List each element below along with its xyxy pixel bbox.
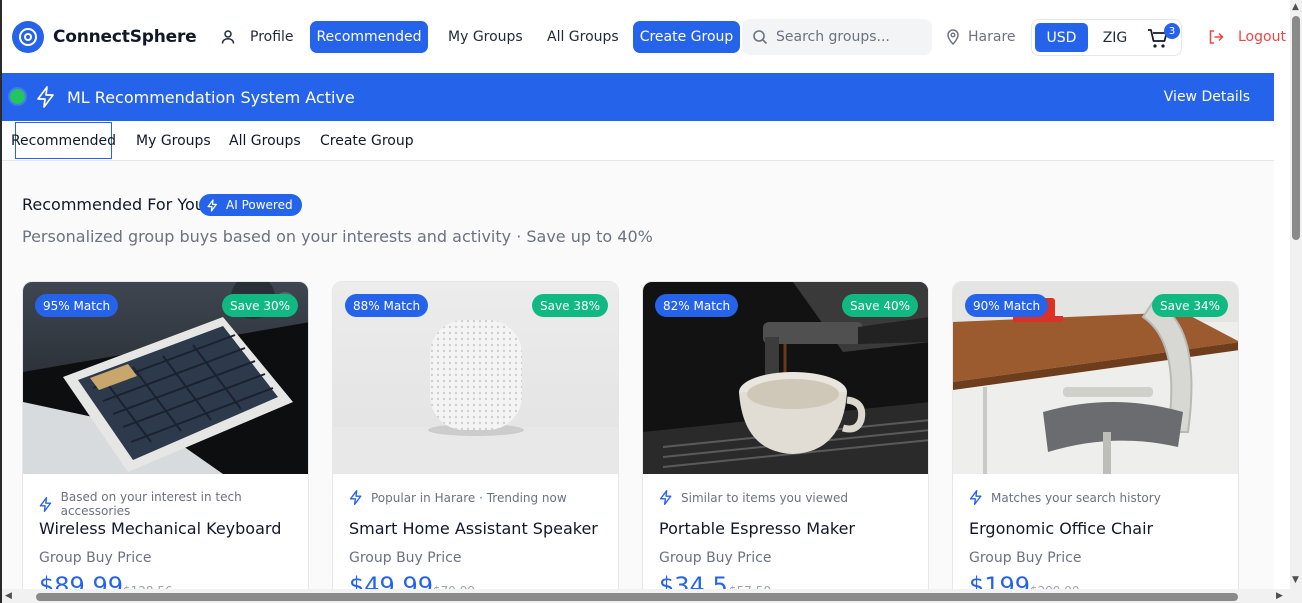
tab-recommended[interactable]: Recommended [11, 122, 116, 159]
lightning-icon [349, 490, 362, 505]
save-badge: Save 40% [842, 294, 918, 317]
match-badge: 82% Match [655, 294, 739, 317]
reason-text: Similar to items you viewed [681, 490, 848, 505]
currency-switcher: USD ZIG 3 [1031, 19, 1182, 56]
search-placeholder: Search groups... [776, 29, 890, 45]
brand-logo[interactable]: ConnectSphere [12, 21, 197, 53]
save-badge: Save 38% [532, 294, 608, 317]
save-badge: Save 30% [222, 294, 298, 317]
top-navbar: ConnectSphere Profile Recommended My Gro… [2, 0, 1290, 73]
espresso-image[interactable]: 82% Match Save 40% [643, 282, 928, 474]
price-label: Group Buy Price [969, 550, 1082, 566]
cart-button[interactable]: 3 [1147, 23, 1180, 50]
product-card[interactable]: 90% Match Save 34% Matches your search h… [952, 281, 1239, 603]
nav-all-groups[interactable]: All Groups [535, 21, 631, 53]
location-selector[interactable]: Harare [946, 21, 1016, 53]
product-name[interactable]: Smart Home Assistant Speaker [349, 519, 598, 538]
lightning-icon [39, 496, 52, 512]
save-badge: Save 34% [1152, 294, 1228, 317]
section-subtitle: Personalized group buys based on your in… [22, 227, 653, 246]
search-input[interactable]: Search groups... [742, 19, 932, 55]
product-card[interactable]: 88% Match Save 38% Popular in Harare · T… [332, 281, 619, 603]
nav-profile[interactable]: Profile [208, 21, 306, 53]
product-card[interactable]: 95% Match Save 30% Based on your interes… [22, 281, 309, 603]
currency-usd-button[interactable]: USD [1035, 23, 1088, 52]
scroll-down-arrow-icon[interactable]: ▼ [1292, 575, 1299, 585]
map-pin-icon [947, 29, 959, 45]
lightning-icon [969, 490, 982, 505]
match-badge: 90% Match [965, 294, 1049, 317]
sub-navigation: Recommended My Groups All Groups Create … [2, 121, 1274, 161]
price-label: Group Buy Price [349, 550, 462, 566]
logo-icon [12, 21, 44, 53]
match-badge: 88% Match [345, 294, 429, 317]
tab-all-groups[interactable]: All Groups [229, 122, 301, 159]
lightning-icon [659, 490, 672, 505]
logout-button[interactable]: Logout [1208, 21, 1286, 53]
create-group-button[interactable]: Create Group [633, 21, 740, 53]
banner-title: ML Recommendation System Active [67, 88, 355, 107]
ai-powered-badge: AI Powered [199, 194, 302, 216]
product-name[interactable]: Portable Espresso Maker [659, 519, 855, 538]
nav-my-groups[interactable]: My Groups [436, 21, 535, 53]
vertical-scroll-thumb[interactable] [1292, 16, 1300, 240]
user-icon [221, 30, 235, 44]
location-label: Harare [968, 29, 1016, 45]
product-name[interactable]: Ergonomic Office Chair [969, 519, 1153, 538]
recommendation-reason: Matches your search history [969, 490, 1161, 505]
tab-create-group[interactable]: Create Group [320, 122, 414, 159]
vertical-scrollbar[interactable]: ▲ ▼ [1290, 0, 1302, 603]
ai-badge-label: AI Powered [226, 198, 293, 212]
logout-icon [1209, 30, 1224, 44]
price-label: Group Buy Price [659, 550, 772, 566]
currency-zig-button[interactable]: ZIG [1093, 23, 1137, 52]
speaker-image[interactable]: 88% Match Save 38% [333, 282, 618, 474]
scroll-right-arrow-icon[interactable]: ▶ [1276, 591, 1283, 601]
recommendation-reason: Popular in Harare · Trending now [349, 490, 567, 505]
horizontal-scroll-thumb[interactable] [36, 593, 1238, 601]
reason-text: Based on your interest in tech accessori… [60, 490, 242, 518]
nav-profile-label: Profile [250, 29, 294, 45]
scroll-up-arrow-icon[interactable]: ▲ [1292, 2, 1299, 12]
chair-image[interactable]: 90% Match Save 34% [953, 282, 1238, 474]
keyboard-image[interactable]: 95% Match Save 30% [23, 282, 308, 474]
status-indicator [10, 89, 25, 104]
section-title: Recommended For You [22, 195, 205, 214]
reason-text: Matches your search history [991, 490, 1161, 505]
product-card[interactable]: 82% Match Save 40% Similar to items you … [642, 281, 929, 603]
lightning-icon [37, 86, 54, 108]
reason-text: Popular in Harare · Trending now [371, 490, 567, 505]
recommendation-reason: Based on your interest in tech accessori… [39, 490, 308, 518]
lightning-icon [207, 198, 217, 212]
main-content: Recommended For You AI Powered Personali… [2, 161, 1274, 603]
nav-recommended[interactable]: Recommended [310, 21, 428, 53]
search-icon [753, 30, 768, 45]
match-badge: 95% Match [35, 294, 119, 317]
horizontal-scrollbar[interactable]: ◀ ▶ [2, 589, 1290, 603]
tab-my-groups[interactable]: My Groups [136, 122, 211, 159]
brand-name: ConnectSphere [53, 27, 197, 47]
recommendation-reason: Similar to items you viewed [659, 490, 848, 505]
ml-status-banner: ML Recommendation System Active View Det… [2, 73, 1274, 121]
product-name[interactable]: Wireless Mechanical Keyboard [39, 519, 281, 538]
scroll-left-arrow-icon[interactable]: ◀ [5, 591, 12, 601]
price-label: Group Buy Price [39, 550, 152, 566]
cart-count-badge: 3 [1164, 23, 1180, 39]
view-details-link[interactable]: View Details [1164, 89, 1250, 105]
logout-label: Logout [1238, 29, 1286, 45]
